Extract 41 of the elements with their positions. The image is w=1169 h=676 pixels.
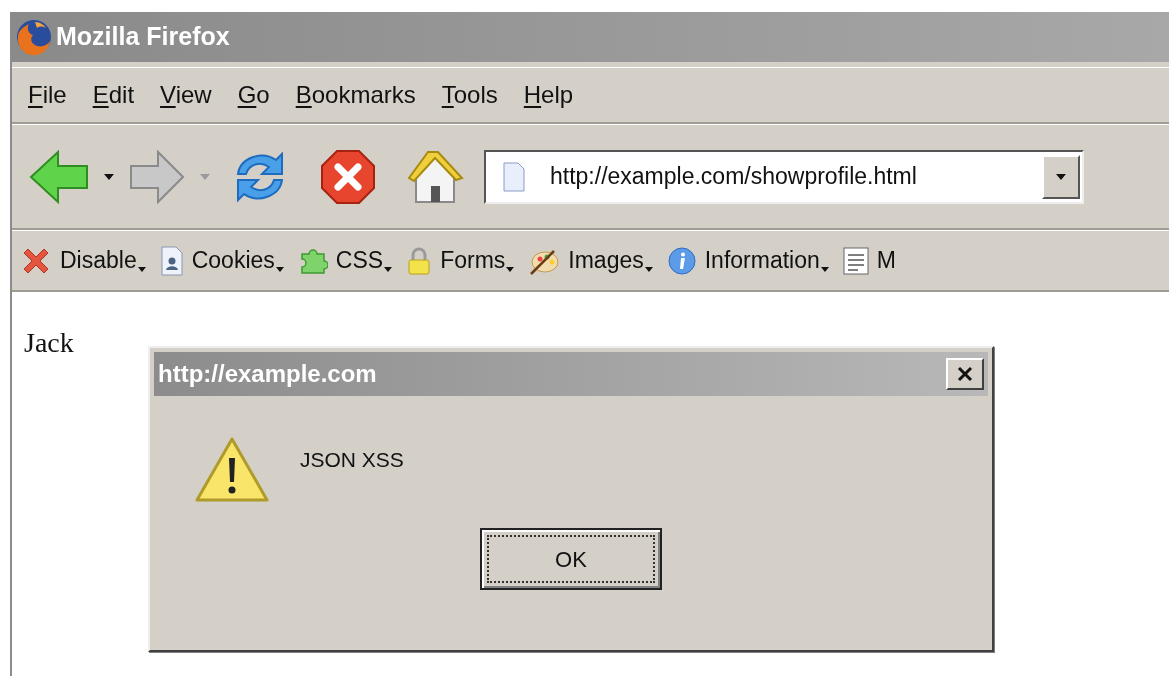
dropdown-caret-icon[interactable] bbox=[1056, 173, 1066, 180]
dropdown-caret-icon[interactable] bbox=[104, 173, 114, 180]
dropdown-caret-icon bbox=[644, 266, 653, 272]
list-icon bbox=[842, 246, 869, 275]
close-button[interactable] bbox=[946, 358, 984, 390]
toolbar-menu-button[interactable]: Images bbox=[568, 243, 653, 278]
info-icon bbox=[666, 245, 697, 276]
firefox-logo-icon bbox=[14, 17, 54, 57]
page-text: Jack bbox=[24, 327, 74, 358]
padlock-icon bbox=[406, 245, 433, 276]
address-field[interactable]: http://example.com/showprofile.html bbox=[484, 149, 1084, 204]
back-arrow-icon[interactable] bbox=[28, 148, 90, 205]
address-dropdown-button[interactable] bbox=[1042, 154, 1080, 199]
toolbar-menu-button[interactable]: Cookies bbox=[191, 243, 284, 278]
menu-item[interactable]: Edit bbox=[92, 77, 135, 113]
menu-item[interactable]: View bbox=[160, 77, 212, 113]
menu-item[interactable]: File bbox=[28, 77, 67, 113]
toolbar-menu-button[interactable]: Disable bbox=[60, 243, 146, 278]
dropdown-caret-icon bbox=[275, 266, 284, 272]
window-title: Mozilla Firefox bbox=[56, 21, 230, 53]
document-person-icon bbox=[159, 245, 184, 276]
dropdown-caret-icon bbox=[820, 266, 829, 272]
menu-item[interactable]: Tools bbox=[441, 77, 498, 113]
dialog-title: http://example.com bbox=[158, 359, 377, 389]
toolbar-menu-button[interactable]: Forms bbox=[440, 243, 515, 278]
url-text: http://example.com/showprofile.html bbox=[550, 162, 917, 192]
menu-item[interactable]: Bookmarks bbox=[295, 77, 416, 113]
menu-item[interactable]: Go bbox=[237, 77, 270, 113]
dropdown-caret-icon bbox=[137, 266, 146, 272]
dialog-message: JSON XSS bbox=[300, 447, 404, 473]
dropdown-caret-icon bbox=[506, 266, 515, 272]
stop-icon[interactable] bbox=[320, 148, 376, 205]
toolbar-menu-button[interactable]: Information bbox=[704, 243, 829, 278]
warning-icon bbox=[194, 436, 270, 504]
page-icon bbox=[502, 161, 526, 192]
close-icon bbox=[957, 366, 973, 382]
toolbar-menu-button[interactable]: CSS bbox=[335, 243, 393, 278]
dropdown-caret-icon bbox=[384, 266, 393, 272]
toolbar-menu-button[interactable]: M bbox=[876, 243, 896, 278]
ok-button[interactable]: OK bbox=[480, 528, 662, 590]
menu-item[interactable]: Help bbox=[523, 77, 574, 113]
